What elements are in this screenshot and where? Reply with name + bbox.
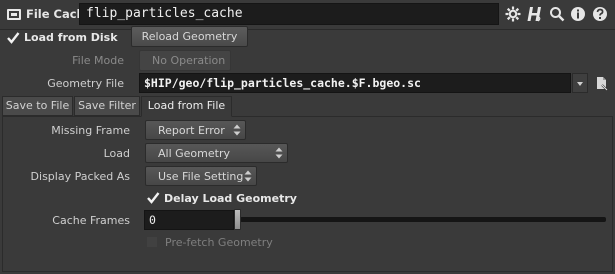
file-mode-value: No Operation — [152, 54, 226, 67]
geometry-file-label: Geometry File — [47, 77, 124, 90]
tab-save-filter[interactable]: Save Filter — [74, 96, 140, 116]
display-packed-as-label: Display Packed As — [30, 170, 130, 183]
geometry-file-field[interactable]: $HIP/geo/flip_particles_cache.$F.bgeo.sc — [139, 73, 571, 93]
file-mode-dropdown: No Operation — [139, 50, 231, 71]
tab-load-from-file[interactable]: Load from File — [141, 96, 232, 117]
help-icon[interactable] — [591, 5, 609, 23]
delay-load-geometry-checkbox[interactable] — [146, 191, 160, 205]
up-down-arrows-icon — [275, 147, 283, 159]
help-h-icon[interactable] — [526, 5, 544, 23]
tab-save-to-file[interactable]: Save to File — [2, 96, 73, 116]
missing-frame-label: Missing Frame — [51, 124, 130, 137]
gear-icon[interactable] — [504, 5, 522, 23]
node-name-field[interactable]: flip_particles_cache — [79, 3, 499, 25]
geometry-file-history-dropdown[interactable] — [572, 73, 588, 93]
cache-frames-slider-track[interactable] — [240, 217, 606, 222]
cache-frames-field[interactable]: 0 — [144, 210, 234, 230]
search-icon[interactable] — [548, 5, 566, 23]
node-type-icon — [7, 9, 21, 20]
cache-frames-slider-handle[interactable] — [234, 209, 241, 230]
load-dropdown[interactable]: All Geometry — [145, 143, 288, 163]
file-chooser-icon[interactable] — [595, 76, 609, 92]
up-down-arrows-icon — [233, 124, 241, 136]
delay-load-geometry-label: Delay Load Geometry — [164, 192, 297, 205]
tab-panel — [2, 116, 613, 272]
prefetch-geometry-label: Pre-fetch Geometry — [165, 236, 273, 249]
missing-frame-dropdown[interactable]: Report Error — [145, 120, 246, 140]
cache-frames-label: Cache Frames — [52, 214, 130, 227]
chevron-down-icon — [577, 82, 583, 86]
display-packed-as-dropdown[interactable]: Use File Setting — [145, 166, 257, 186]
load-value: All Geometry — [158, 147, 230, 160]
display-packed-as-value: Use File Setting — [158, 170, 244, 183]
load-from-disk-checkbox[interactable] — [6, 31, 20, 45]
reload-geometry-button[interactable]: Reload Geometry — [131, 26, 248, 47]
file-mode-label: File Mode — [72, 54, 124, 67]
info-icon[interactable] — [569, 5, 587, 23]
load-from-disk-label: Load from Disk — [24, 31, 118, 44]
prefetch-geometry-checkbox — [146, 236, 158, 248]
up-down-arrows-icon — [244, 170, 252, 182]
load-label: Load — [103, 147, 130, 160]
missing-frame-value: Report Error — [158, 124, 225, 137]
